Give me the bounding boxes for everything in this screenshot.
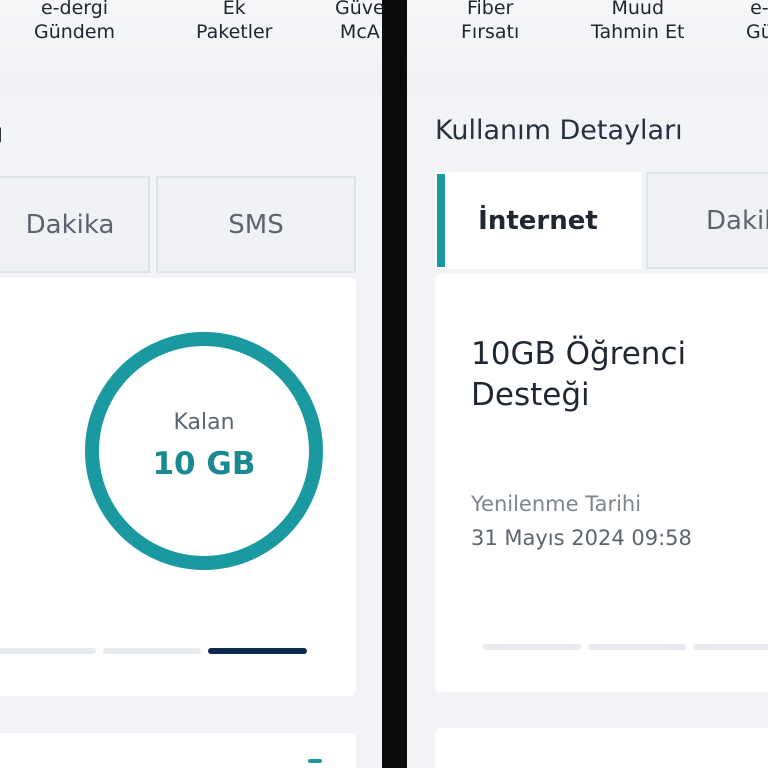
nav-item-line2: Gündem bbox=[34, 21, 116, 43]
slide-indicator[interactable] bbox=[103, 648, 201, 654]
right-screen: Fiber Fırsatı Muud Tahmin Et e- Gü Kulla… bbox=[407, 0, 768, 768]
slide-indicator[interactable] bbox=[483, 644, 581, 650]
nav-item-line1: Fiber bbox=[466, 0, 514, 19]
renewal-date: 31 Mayıs 2024 09:58 bbox=[471, 526, 692, 550]
nav-item-ek-paketler[interactable]: Ek Paketler bbox=[196, 0, 273, 44]
nav-item-line1: Muud bbox=[611, 0, 665, 19]
nav-item-e-dergi[interactable]: e-dergi Gündem bbox=[34, 0, 115, 44]
active-tab-accent bbox=[437, 174, 445, 267]
nav-item-line2: McA bbox=[339, 21, 380, 43]
left-screen: e-dergi Gündem Ek Paketler Güve McA ı Da… bbox=[0, 0, 382, 768]
section-title: ı bbox=[0, 118, 4, 149]
ring-label: Kalan bbox=[173, 410, 235, 435]
top-nav: Fiber Fırsatı Muud Tahmin Et e- Gü bbox=[407, 0, 768, 96]
usage-card: Kalan 10 GB bbox=[0, 278, 356, 696]
ring-value: 10 GB bbox=[152, 446, 256, 482]
tab-dakika[interactable]: Dakika bbox=[0, 176, 150, 273]
tab-label: Dakik bbox=[706, 205, 768, 236]
usage-ring: Kalan 10 GB bbox=[83, 330, 325, 572]
tab-label: Dakika bbox=[25, 209, 115, 240]
nav-item-line2: Gü bbox=[746, 21, 768, 43]
slide-indicator[interactable] bbox=[0, 648, 96, 654]
package-name: 10GB Öğrenci Desteği bbox=[471, 334, 686, 416]
package-card: 10GB Öğrenci Desteği Yenilenme Tarihi 31… bbox=[435, 274, 768, 692]
teal-marker bbox=[308, 759, 322, 763]
tab-label: SMS bbox=[228, 209, 284, 240]
slide-indicator[interactable] bbox=[693, 644, 768, 650]
tab-internet[interactable]: İnternet bbox=[435, 172, 641, 269]
next-card bbox=[0, 733, 356, 768]
package-name-line2: Desteği bbox=[471, 377, 590, 413]
tab-dakika[interactable]: Dakik bbox=[646, 172, 768, 269]
nav-item-line1: e-dergi bbox=[40, 0, 109, 19]
nav-item-line1: Güve bbox=[335, 0, 382, 19]
slide-indicator[interactable] bbox=[588, 644, 686, 650]
nav-item-line2: Paketler bbox=[196, 21, 273, 43]
package-name-line1: 10GB Öğrenci bbox=[471, 336, 687, 372]
nav-item-fiber-firsati[interactable]: Fiber Fırsatı bbox=[461, 0, 519, 44]
tab-label: İnternet bbox=[478, 205, 598, 236]
nav-item-guvenlik[interactable]: Güve McA bbox=[335, 0, 382, 44]
nav-item-line1: Ek bbox=[222, 0, 246, 19]
section-title: Kullanım Detayları bbox=[435, 115, 683, 146]
nav-item-line2: Fırsatı bbox=[461, 21, 520, 43]
nav-item-e-gundem[interactable]: e- Gü bbox=[746, 0, 768, 44]
next-card bbox=[435, 728, 768, 768]
nav-item-muud-tahmin-et[interactable]: Muud Tahmin Et bbox=[591, 0, 684, 44]
nav-item-line2: Tahmin Et bbox=[591, 21, 685, 43]
top-nav: e-dergi Gündem Ek Paketler Güve McA bbox=[0, 0, 382, 96]
nav-item-line1: e- bbox=[750, 0, 768, 19]
slide-indicator-active[interactable] bbox=[208, 648, 307, 654]
renewal-label: Yenilenme Tarihi bbox=[471, 492, 642, 516]
tab-sms[interactable]: SMS bbox=[156, 176, 356, 273]
